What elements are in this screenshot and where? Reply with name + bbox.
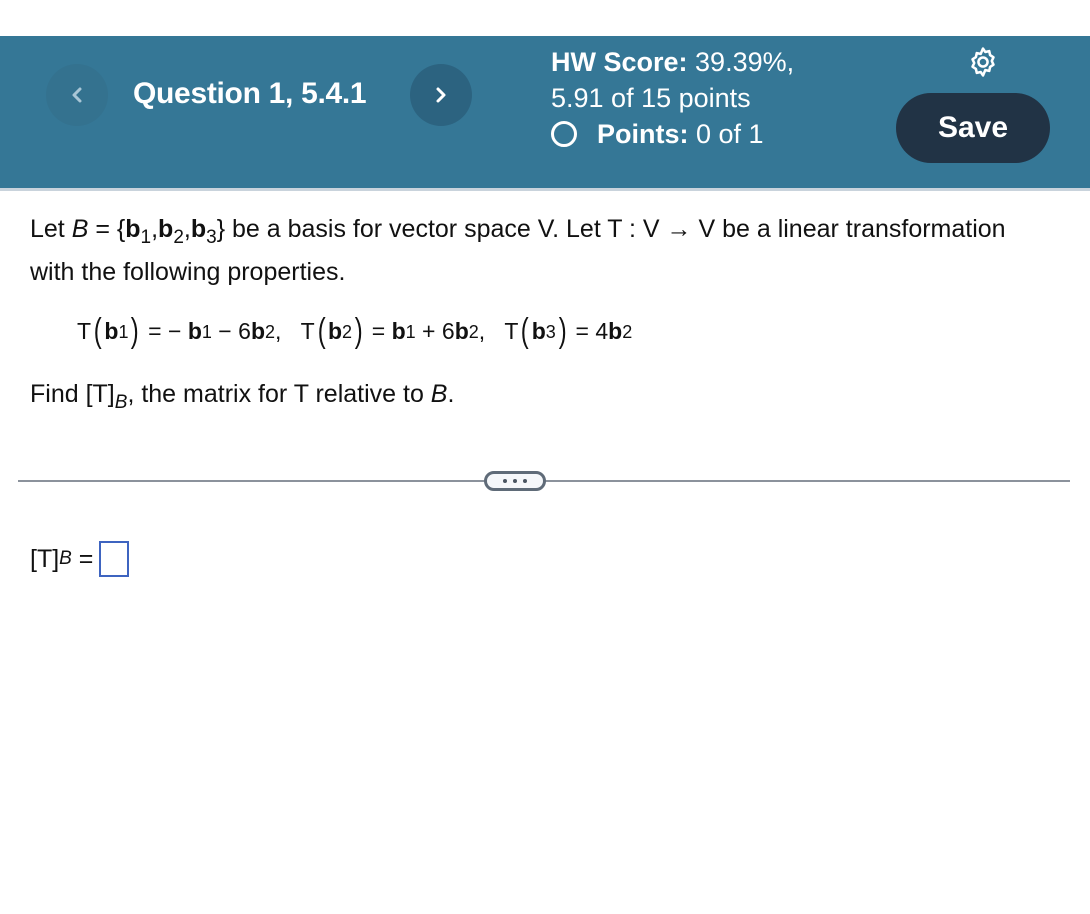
- chevron-right-icon: [436, 87, 446, 103]
- hw-score: HW Score: 39.39%,: [551, 47, 795, 77]
- save-button[interactable]: Save: [896, 93, 1050, 163]
- next-question-button[interactable]: [410, 64, 472, 126]
- find-instruction: Find [T]B, the matrix for T relative to …: [30, 380, 455, 413]
- score-panel: HW Score: 39.39%, 5.91 of 15 points Poin…: [551, 44, 794, 152]
- previous-question-button[interactable]: [46, 64, 108, 126]
- hw-points: 5.91 of 15 points: [551, 83, 751, 113]
- expand-button[interactable]: [484, 471, 546, 491]
- transformation-equations: T(b 1) = − b1 − 6b2, T(b 2) = b1 + 6b2, T(…: [77, 312, 633, 350]
- question-points: Points: 0 of 1: [551, 116, 794, 152]
- question-header: Question 1, 5.4.1 HW Score: 39.39%, 5.91…: [0, 36, 1090, 191]
- chevron-left-icon: [72, 87, 82, 103]
- problem-line-2: with the following properties.: [30, 258, 346, 286]
- question-title: Question 1, 5.4.1: [133, 77, 367, 110]
- matrix-answer-input[interactable]: [99, 541, 130, 577]
- more-horizontal-icon: [503, 479, 507, 483]
- gear-icon[interactable]: [966, 45, 1000, 79]
- status-circle-icon: [551, 121, 577, 147]
- problem-line-1: Let B = {b1,b2,b3} be a basis for vector…: [30, 215, 1006, 248]
- problem-statement: Let B = {b1,b2,b3} be a basis for vector…: [30, 208, 1070, 294]
- answer-row: [T] B =: [30, 541, 130, 577]
